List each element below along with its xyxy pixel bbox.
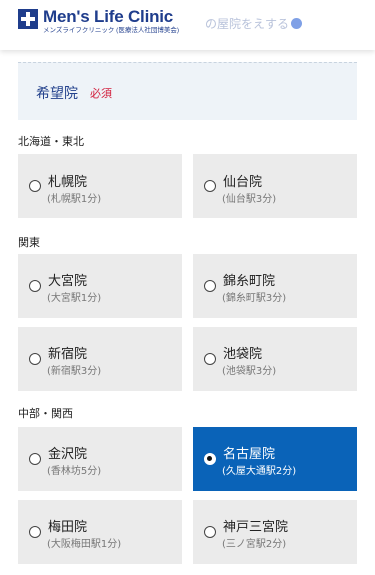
clinic-name: 新宿院	[48, 347, 88, 362]
clinic-option-nagoya[interactable]: 名古屋院 (久屋大通駅2分)	[193, 427, 357, 491]
clinic-name: 札幌院	[48, 175, 88, 190]
clinic-option-shinjuku[interactable]: 新宿院 (新宿駅3分)	[18, 327, 182, 391]
clinic-station: (仙台駅3分)	[222, 194, 277, 205]
clinic-station: (大阪梅田駅1分)	[47, 539, 122, 550]
medical-cross-icon	[18, 9, 38, 29]
clinic-name: 梅田院	[48, 520, 88, 535]
clinic-name: 錦糸町院	[223, 274, 276, 289]
clinic-option-kobe-sannomiya[interactable]: 神戸三宮院 (三ノ宮駅2分)	[193, 500, 357, 564]
radio-button[interactable]	[29, 453, 41, 465]
logo-title: Men's Life Clinic	[43, 7, 174, 26]
clinic-option-ikebukuro[interactable]: 池袋院 (池袋駅3分)	[193, 327, 357, 391]
clinic-name: 名古屋院	[223, 447, 276, 462]
clinic-station: (錦糸町駅3分)	[222, 293, 287, 304]
region-heading-kanto: 関東	[18, 236, 40, 249]
clinic-name: 池袋院	[223, 347, 263, 362]
clinic-station: (札幌駅1分)	[47, 194, 102, 205]
clinic-name: 仙台院	[223, 175, 263, 190]
radio-button[interactable]	[204, 526, 216, 538]
info-dot-icon	[291, 18, 303, 29]
question-label: 希望院	[36, 86, 78, 102]
radio-button[interactable]	[29, 280, 41, 292]
clinic-name: 金沢院	[48, 447, 88, 462]
logo[interactable]: Men's Life Clinic メンズライフクリニック (医療法人社団博美会…	[18, 8, 179, 35]
radio-button[interactable]	[29, 353, 41, 365]
radio-button[interactable]	[204, 180, 216, 192]
radio-button[interactable]	[29, 526, 41, 538]
region-heading-hokkaido-tohoku: 北海道・東北	[18, 135, 84, 148]
clinic-station: (三ノ宮駅2分)	[222, 539, 287, 550]
clinic-option-kinshicho[interactable]: 錦糸町院 (錦糸町駅3分)	[193, 254, 357, 318]
clinic-station: (久屋大通駅2分)	[222, 466, 297, 477]
clinic-station: (池袋駅3分)	[222, 366, 277, 377]
clinic-option-sapporo[interactable]: 札幌院 (札幌駅1分)	[18, 154, 182, 218]
clinic-name: 大宮院	[48, 274, 88, 289]
radio-button[interactable]	[204, 353, 216, 365]
clinic-option-kanazawa[interactable]: 金沢院 (香林坊5分)	[18, 427, 182, 491]
clinic-name: 神戸三宮院	[223, 520, 289, 535]
clinic-option-omiya[interactable]: 大宮院 (大宮駅1分)	[18, 254, 182, 318]
required-badge: 必須	[90, 87, 112, 100]
clinic-option-sendai[interactable]: 仙台院 (仙台駅3分)	[193, 154, 357, 218]
clinic-option-umeda[interactable]: 梅田院 (大阪梅田駅1分)	[18, 500, 182, 564]
clinic-station: (新宿駅3分)	[47, 366, 102, 377]
question-box: 希望院 必須	[18, 62, 357, 120]
radio-button[interactable]	[29, 180, 41, 192]
radio-button-selected[interactable]	[204, 453, 216, 465]
header-faded-text: の屋院をえする	[205, 15, 303, 32]
clinic-station: (大宮駅1分)	[47, 293, 102, 304]
clinic-station: (香林坊5分)	[47, 466, 102, 477]
site-header: Men's Life Clinic メンズライフクリニック (医療法人社団博美会…	[0, 0, 375, 50]
logo-subtitle: メンズライフクリニック (医療法人社団博美会)	[43, 27, 180, 34]
region-heading-chubu-kansai: 中部・関西	[18, 407, 73, 420]
radio-button[interactable]	[204, 280, 216, 292]
